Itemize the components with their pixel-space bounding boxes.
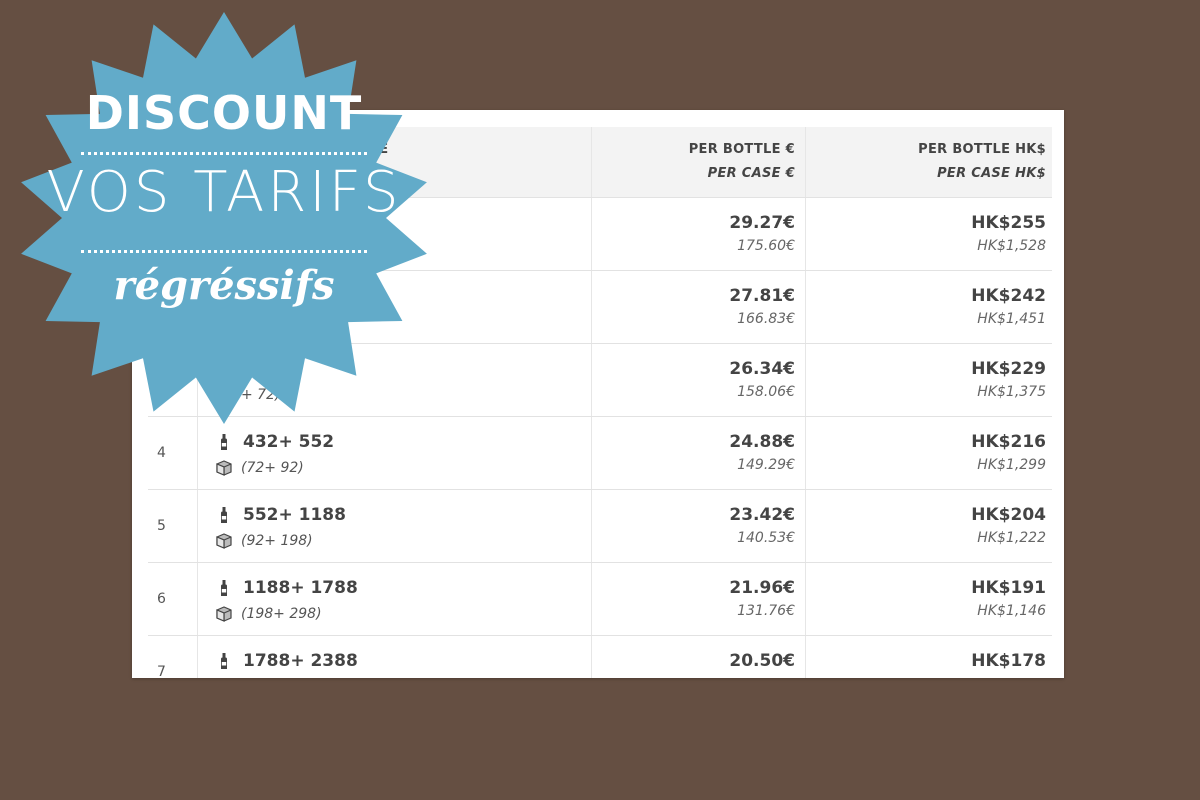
box-icon xyxy=(215,459,233,477)
case-quantity-line: (92+ 198) xyxy=(215,530,591,552)
box-icon xyxy=(215,605,233,623)
discount-badge: DISCOUNT VOS TARIFS régréssifs xyxy=(18,12,430,424)
header-hkd-cell: PER BOTTLE HK$ PER CASE HK$ xyxy=(806,127,1052,197)
hkd-price-cell: HK$229 HK$1,375 xyxy=(806,344,1052,416)
header-eur-case-label: PER CASE € xyxy=(707,166,795,181)
quantity-cell: 1188+ 1788 (198+ 298) xyxy=(198,563,592,635)
hkd-case-price: HK$1,451 xyxy=(977,311,1046,327)
quantity-cell: 432+ 552 (72+ 92) xyxy=(198,417,592,489)
bottle-quantity: 432+ 552 xyxy=(243,432,335,452)
wine-bottle-icon xyxy=(215,652,233,670)
bottle-quantity-line: 552+ 1188 xyxy=(215,504,591,526)
quantity-cell: 552+ 1188 (92+ 198) xyxy=(198,490,592,562)
hkd-bottle-price: HK$255 xyxy=(971,213,1046,233)
table-row: 6 1188+ 1788 (198+ 298) 21.96€ 131.76€ H… xyxy=(148,563,1052,636)
box-icon xyxy=(215,532,233,550)
hkd-price-cell: HK$204 HK$1,222 xyxy=(806,490,1052,562)
table-row: 4 432+ 552 (72+ 92) 24.88€ 149.29€ HK$21… xyxy=(148,417,1052,490)
header-eur-bottle-label: PER BOTTLE € xyxy=(688,142,795,157)
header-hkd-case-label: PER CASE HK$ xyxy=(937,166,1046,181)
case-quantity: (72+ 92) xyxy=(241,460,304,476)
eur-case-price: 131.76€ xyxy=(737,603,795,619)
bottle-quantity: 552+ 1188 xyxy=(243,505,346,525)
eur-case-price: 166.83€ xyxy=(737,311,795,327)
hkd-bottle-price: HK$216 xyxy=(971,432,1046,452)
table-row: 7 1788+ 2388 20.50€ HK$178 xyxy=(148,636,1052,678)
case-quantity: (92+ 198) xyxy=(241,533,313,549)
hkd-case-price: HK$1,528 xyxy=(977,238,1046,254)
quantity-cell: 1788+ 2388 xyxy=(198,636,592,678)
wine-bottle-icon xyxy=(215,506,233,524)
hkd-price-cell: HK$191 HK$1,146 xyxy=(806,563,1052,635)
bottle-quantity-line: 1188+ 1788 xyxy=(215,577,591,599)
tier-number: 7 xyxy=(148,636,198,678)
hkd-price-cell: HK$255 HK$1,528 xyxy=(806,198,1052,270)
eur-bottle-price: 26.34€ xyxy=(729,359,795,379)
table-row: 5 552+ 1188 (92+ 198) 23.42€ 140.53€ HK$… xyxy=(148,490,1052,563)
eur-bottle-price: 20.50€ xyxy=(729,651,795,671)
eur-case-price: 140.53€ xyxy=(737,530,795,546)
badge-tarifs-text: VOS TARIFS xyxy=(46,160,402,225)
bottle-quantity-line: 432+ 552 xyxy=(215,431,591,453)
hkd-price-cell: HK$242 HK$1,451 xyxy=(806,271,1052,343)
eur-price-cell: 23.42€ 140.53€ xyxy=(592,490,806,562)
eur-bottle-price: 27.81€ xyxy=(729,286,795,306)
hkd-bottle-price: HK$191 xyxy=(971,578,1046,598)
wine-bottle-icon xyxy=(215,433,233,451)
badge-dotted-divider xyxy=(81,152,367,155)
tier-number: 6 xyxy=(148,563,198,635)
eur-bottle-price: 24.88€ xyxy=(729,432,795,452)
hkd-price-cell: HK$178 xyxy=(806,636,1052,678)
tier-number: 4 xyxy=(148,417,198,489)
bottle-quantity-line: 1788+ 2388 xyxy=(215,650,591,672)
eur-case-price: 175.60€ xyxy=(737,238,795,254)
eur-bottle-price: 21.96€ xyxy=(729,578,795,598)
eur-price-cell: 20.50€ xyxy=(592,636,806,678)
hkd-case-price: HK$1,299 xyxy=(977,457,1046,473)
tier-number: 5 xyxy=(148,490,198,562)
header-eur-cell: PER BOTTLE € PER CASE € xyxy=(592,127,806,197)
bottle-quantity: 1788+ 2388 xyxy=(243,651,358,671)
wine-bottle-icon xyxy=(215,579,233,597)
eur-price-cell: 24.88€ 149.29€ xyxy=(592,417,806,489)
eur-price-cell: 29.27€ 175.60€ xyxy=(592,198,806,270)
header-hkd-bottle-label: PER BOTTLE HK$ xyxy=(918,142,1046,157)
eur-price-cell: 26.34€ 158.06€ xyxy=(592,344,806,416)
hkd-case-price: HK$1,222 xyxy=(977,530,1046,546)
hkd-bottle-price: HK$178 xyxy=(971,651,1046,671)
badge-regressifs-text: régréssifs xyxy=(113,262,335,309)
eur-price-cell: 21.96€ 131.76€ xyxy=(592,563,806,635)
eur-case-price: 158.06€ xyxy=(737,384,795,400)
eur-price-cell: 27.81€ 166.83€ xyxy=(592,271,806,343)
hkd-case-price: HK$1,146 xyxy=(977,603,1046,619)
eur-bottle-price: 23.42€ xyxy=(729,505,795,525)
eur-case-price: 149.29€ xyxy=(737,457,795,473)
eur-bottle-price: 29.27€ xyxy=(729,213,795,233)
case-quantity-line xyxy=(215,676,591,678)
hkd-case-price: HK$1,375 xyxy=(977,384,1046,400)
case-quantity-line: (198+ 298) xyxy=(215,603,591,625)
hkd-bottle-price: HK$242 xyxy=(971,286,1046,306)
badge-discount-text: DISCOUNT xyxy=(85,86,363,140)
case-quantity: (198+ 298) xyxy=(241,606,322,622)
hkd-price-cell: HK$216 HK$1,299 xyxy=(806,417,1052,489)
badge-dotted-divider xyxy=(81,250,367,253)
hkd-bottle-price: HK$204 xyxy=(971,505,1046,525)
hkd-bottle-price: HK$229 xyxy=(971,359,1046,379)
bottle-quantity: 1188+ 1788 xyxy=(243,578,358,598)
case-quantity-line: (72+ 92) xyxy=(215,457,591,479)
